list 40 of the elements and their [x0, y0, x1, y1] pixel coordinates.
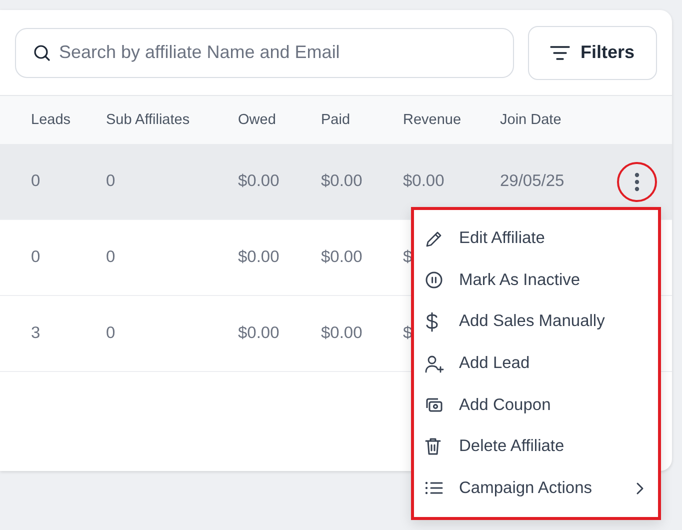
kebab-icon [634, 172, 640, 192]
coupon-icon [425, 397, 443, 414]
trash-icon [425, 437, 441, 456]
menu-item[interactable]: Delete Affiliate [414, 426, 658, 468]
table-cell: $0.00 [238, 248, 280, 266]
filters-button[interactable]: Filters [528, 26, 657, 80]
table-cell: 0 [31, 248, 40, 266]
table-cell: $0.00 [321, 248, 362, 266]
column-header: Sub Affiliates [106, 112, 191, 128]
table-cell: 3 [31, 324, 40, 342]
menu-item[interactable]: Add Coupon [414, 384, 658, 426]
column-header: Leads [31, 112, 72, 128]
table-row[interactable]: 0 0 $0.00 $0.00 $0.00 29/05/25 [0, 144, 672, 220]
pause-icon [425, 271, 443, 290]
table-cell: 0 [106, 248, 116, 266]
pencil-icon [425, 230, 443, 248]
table-cell: $0.00 [238, 324, 280, 342]
table-cell: 29/05/25 [500, 172, 564, 190]
table-cell: $0.00 [321, 172, 362, 190]
table-cell: 0 [106, 172, 116, 190]
chevron-right-icon [636, 482, 644, 495]
search-icon [33, 44, 51, 62]
menu-item[interactable]: Edit Affiliate [414, 218, 658, 260]
table-cell: $0.00 [238, 172, 280, 190]
table-cell: 0 [31, 172, 40, 190]
list-icon [425, 481, 443, 496]
column-header: Join Date [500, 112, 562, 128]
table-cell: 0 [106, 324, 116, 342]
column-header: Paid [321, 112, 352, 128]
more-actions-button[interactable] [617, 162, 657, 202]
user-plus-icon [425, 354, 445, 373]
menu-item[interactable]: Add Sales Manually [414, 301, 658, 343]
dollar-icon [425, 312, 439, 332]
filter-icon [550, 44, 570, 60]
table-cell: $0.00 [403, 172, 444, 190]
menu-item[interactable]: Campaign Actions [414, 467, 658, 510]
table-cell: $0.00 [321, 324, 362, 342]
column-header: Revenue [403, 112, 462, 128]
search-field[interactable]: Search by affiliate Name and Email [15, 28, 514, 78]
column-header: Owed [238, 112, 277, 128]
